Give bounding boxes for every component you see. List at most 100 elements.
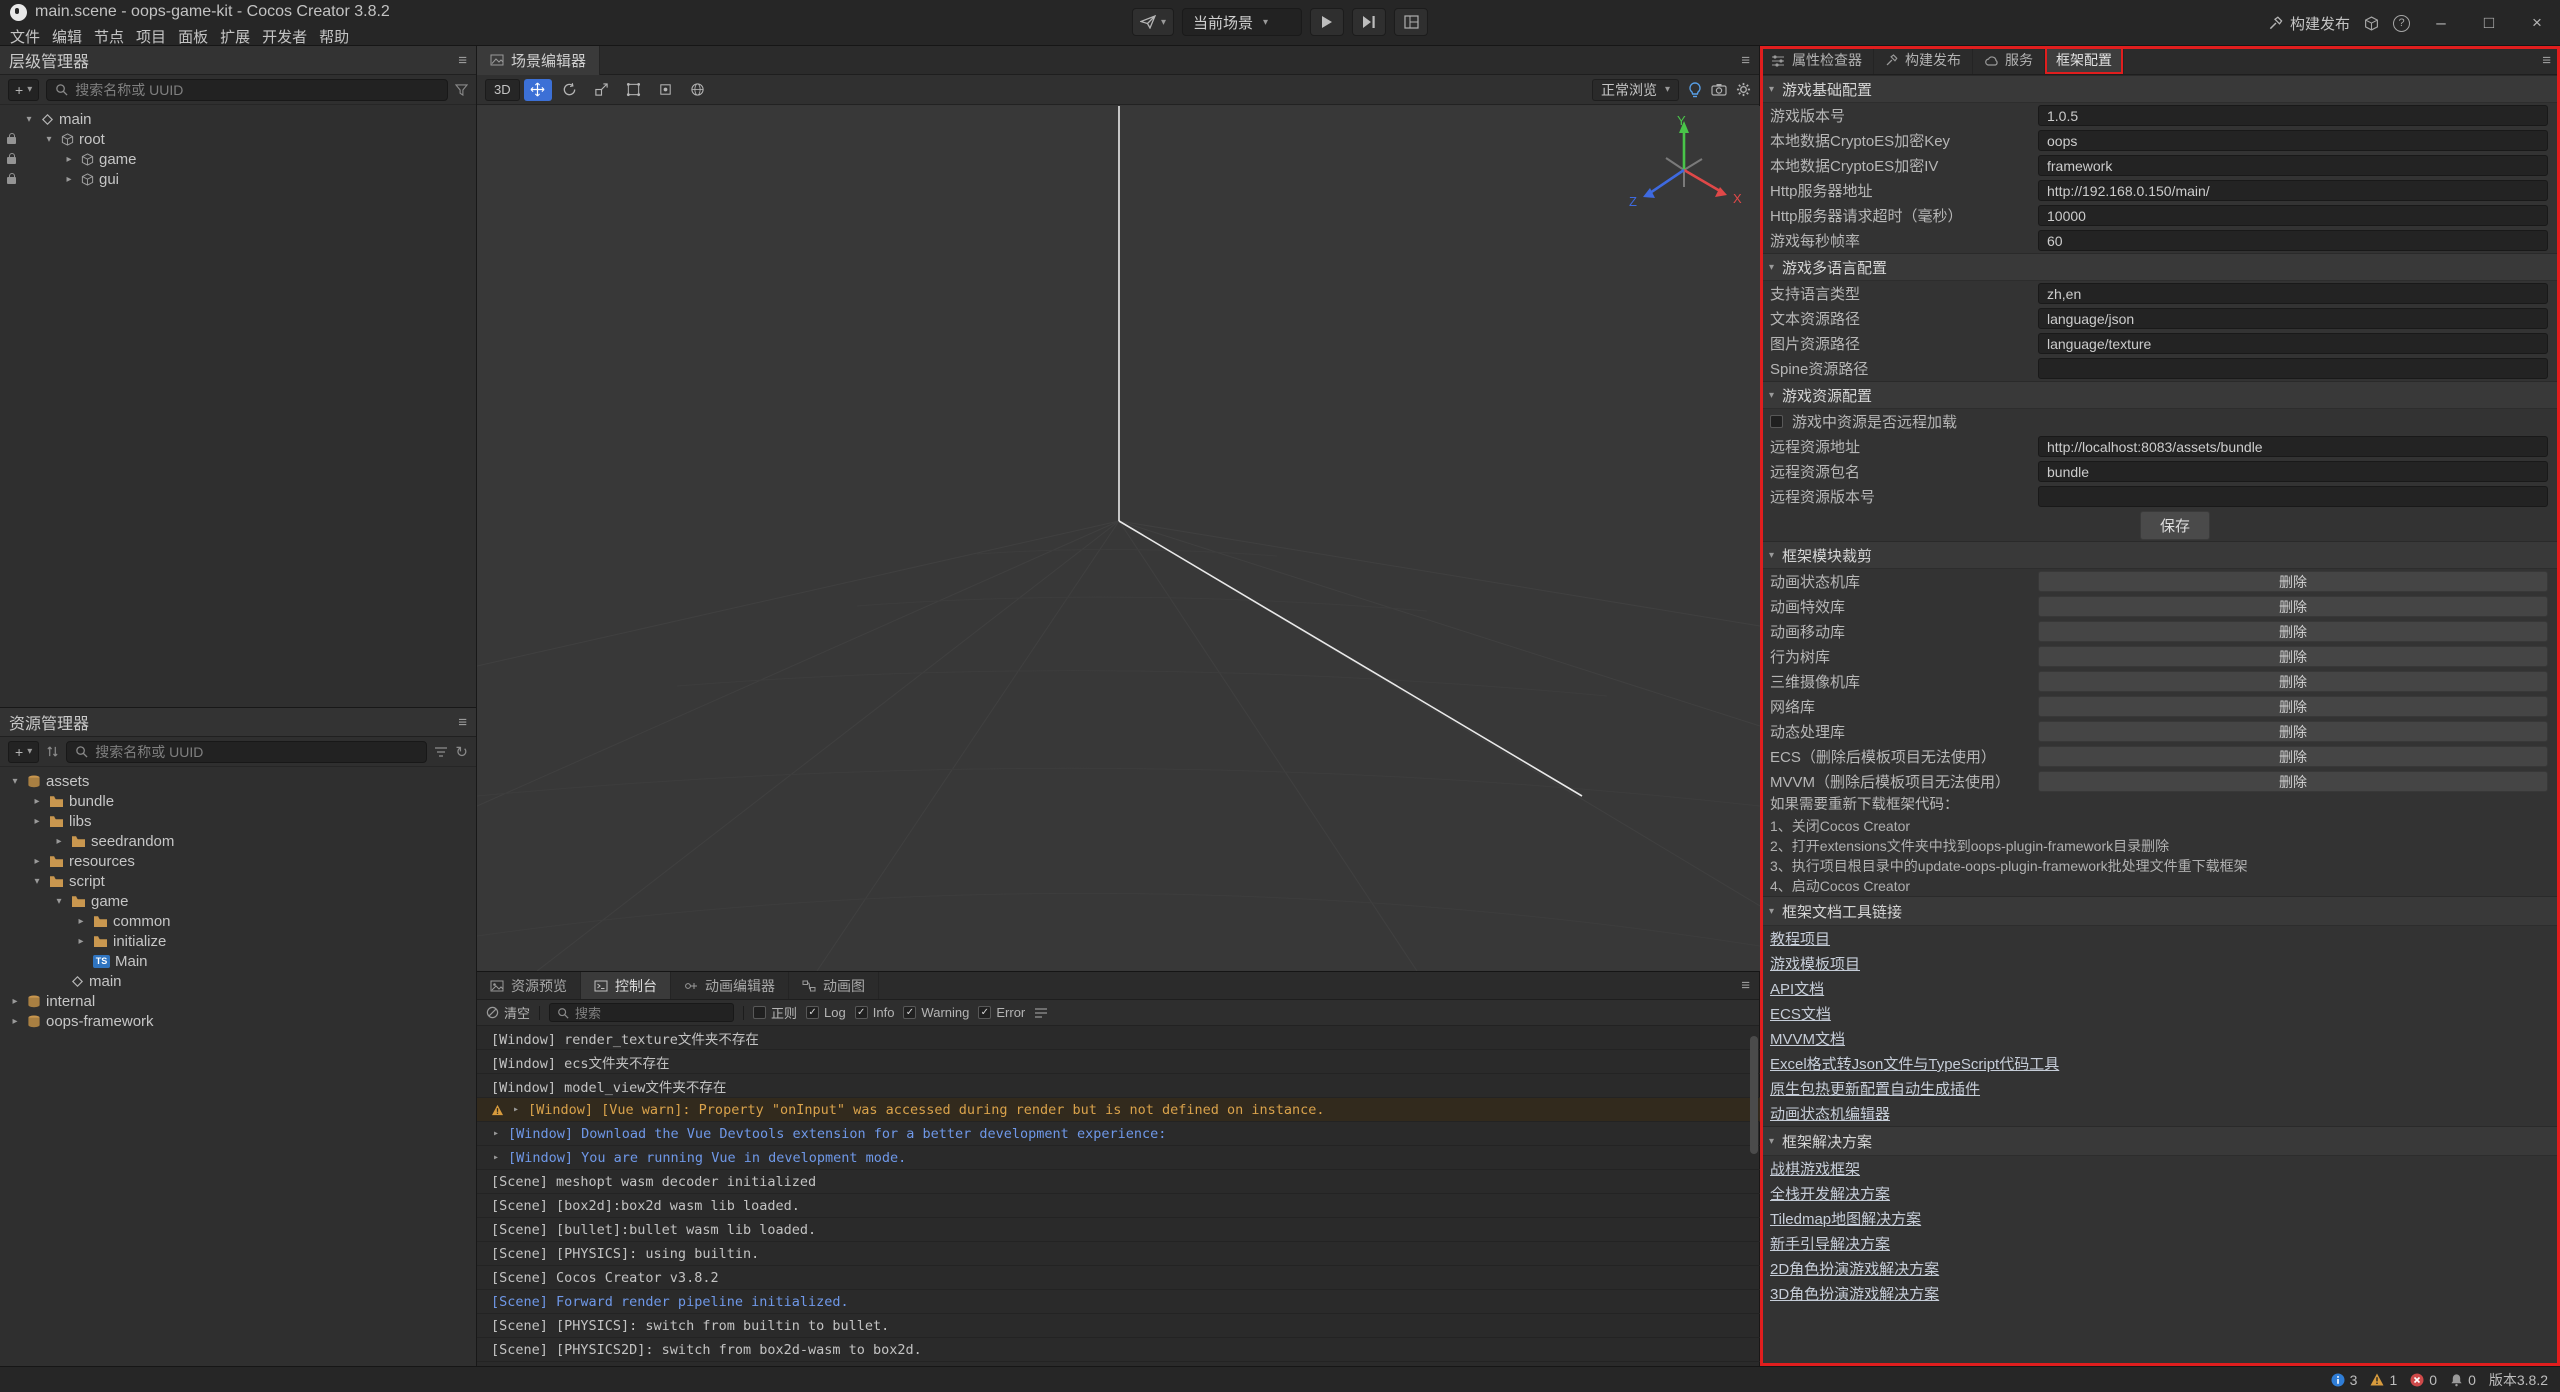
asset-node-internal[interactable]: ▸ internal — [0, 991, 476, 1011]
delete-module-button[interactable]: 删除 — [2038, 671, 2548, 692]
doc-link[interactable]: Excel格式转Json文件与TypeScript代码工具 — [1770, 1053, 2059, 1074]
regex-checkbox[interactable]: 正则 — [753, 1003, 797, 1022]
expand-arrow-icon[interactable]: ▸ — [30, 856, 44, 867]
lock-icon[interactable] — [7, 137, 16, 144]
move-tool-button[interactable] — [524, 79, 552, 101]
doc-link[interactable]: MVVM文档 — [1770, 1028, 1845, 1049]
delete-module-button[interactable]: 删除 — [2038, 696, 2548, 717]
lock-icon[interactable] — [7, 177, 16, 184]
error-message-badge[interactable]: 0 — [2410, 1372, 2437, 1388]
expand-arrow-icon[interactable]: ▾ — [42, 134, 56, 145]
lock-icon[interactable] — [7, 157, 16, 164]
menu-edit[interactable]: 编辑 — [46, 24, 88, 49]
coordinate-space-button[interactable] — [684, 79, 712, 101]
frame-rate-input[interactable]: 60 — [2038, 230, 2548, 251]
http-server-input[interactable]: http://192.168.0.150/main/ — [2038, 180, 2548, 201]
hierarchy-node-root[interactable]: ▾ root — [0, 129, 476, 149]
section-game-basic-config[interactable]: ▾ 游戏基础配置 — [1760, 75, 2560, 103]
doc-link[interactable]: 游戏模板项目 — [1770, 953, 1860, 974]
delete-module-button[interactable]: 删除 — [2038, 721, 2548, 742]
build-publish-button[interactable]: 构建发布 — [2268, 13, 2350, 34]
scrollbar-thumb[interactable] — [1750, 1036, 1758, 1154]
solution-link[interactable]: 3D角色扮演游戏解决方案 — [1770, 1283, 1939, 1304]
view-mode-select[interactable]: 正常浏览 ▾ — [1592, 79, 1679, 101]
menu-extension[interactable]: 扩展 — [214, 24, 256, 49]
layout-button[interactable] — [1394, 8, 1428, 36]
log-row[interactable]: [Scene] meshopt wasm decoder initialized — [477, 1170, 1760, 1194]
text-res-path-input[interactable]: language/json — [2038, 308, 2548, 329]
expand-arrow-icon[interactable]: ▾ — [30, 876, 44, 887]
http-timeout-input[interactable]: 10000 — [2038, 205, 2548, 226]
orientation-gizmo[interactable]: Y X Z — [1614, 108, 1754, 228]
scene-select[interactable]: 当前场景 ▾ — [1182, 8, 1302, 36]
image-res-path-input[interactable]: language/texture — [2038, 333, 2548, 354]
mode-3d-button[interactable]: 3D — [485, 79, 520, 101]
expand-arrow-icon[interactable]: ▾ — [22, 114, 36, 125]
expand-arrow-icon[interactable]: ▸ — [491, 1128, 501, 1139]
asset-node-oops-framework[interactable]: ▸ oops-framework — [0, 1011, 476, 1031]
menu-node[interactable]: 节点 — [88, 24, 130, 49]
menu-help[interactable]: 帮助 — [313, 24, 355, 49]
delete-module-button[interactable]: 删除 — [2038, 621, 2548, 642]
tab-service[interactable]: 服务 — [1973, 46, 2045, 74]
log-row[interactable]: [Scene] [PHYSICS]: switch from builtin t… — [477, 1314, 1760, 1338]
expand-arrow-icon[interactable]: ▾ — [52, 896, 66, 907]
crypto-key-input[interactable]: oops — [2038, 130, 2548, 151]
menu-file[interactable]: 文件 — [4, 24, 46, 49]
section-language-config[interactable]: ▾ 游戏多语言配置 — [1760, 253, 2560, 281]
panel-menu-icon[interactable]: ≡ — [458, 52, 467, 69]
log-row[interactable]: [Scene] Cocos Creator v3.8.2 — [477, 1266, 1760, 1290]
filter-icon[interactable] — [455, 84, 468, 96]
language-types-input[interactable]: zh,en — [2038, 283, 2548, 304]
log-row-info[interactable]: [Scene] Forward render pipeline initiali… — [477, 1290, 1760, 1314]
section-resource-config[interactable]: ▾ 游戏资源配置 — [1760, 381, 2560, 409]
log-row[interactable]: [Scene] [PHYSICS]: using builtin. — [477, 1242, 1760, 1266]
expand-arrow-icon[interactable]: ▸ — [62, 154, 76, 165]
clear-console-button[interactable]: 清空 — [486, 1003, 530, 1022]
tab-build-publish[interactable]: 构建发布 — [1874, 46, 1973, 74]
save-button[interactable]: 保存 — [2140, 511, 2210, 540]
console-scrollbar[interactable] — [1750, 1032, 1758, 1367]
notification-badge[interactable]: 0 — [2450, 1372, 2476, 1388]
hierarchy-node-gui[interactable]: ▸ gui — [0, 169, 476, 189]
expand-arrow-icon[interactable]: ▸ — [30, 816, 44, 827]
log-row[interactable]: [Scene] [box2d]:box2d wasm lib loaded. — [477, 1194, 1760, 1218]
create-asset-button[interactable]: + ▾ — [8, 741, 39, 763]
delete-module-button[interactable]: 删除 — [2038, 746, 2548, 767]
menu-developer[interactable]: 开发者 — [256, 24, 313, 49]
log-row[interactable]: [Scene] [PHYSICS2D]: switch from box2d-w… — [477, 1338, 1760, 1362]
assets-search-input[interactable]: 搜索名称或 UUID — [66, 741, 427, 763]
warning-message-badge[interactable]: 1 — [2370, 1372, 2397, 1388]
delete-module-button[interactable]: 删除 — [2038, 571, 2548, 592]
log-row[interactable]: [Scene] [bullet]:bullet wasm lib loaded. — [477, 1218, 1760, 1242]
scene-viewport[interactable]: Y X Z — [477, 106, 1760, 971]
expand-arrow-icon[interactable]: ▸ — [491, 1152, 501, 1163]
expand-arrow-icon[interactable]: ▾ — [8, 776, 22, 787]
asset-node-main-ts[interactable]: TS Main — [0, 951, 476, 971]
filter-error-checkbox[interactable]: ✓ Error — [978, 1005, 1025, 1020]
remote-load-checkbox-row[interactable]: 游戏中资源是否远程加载 — [1760, 409, 2560, 434]
doc-link[interactable]: 教程项目 — [1770, 928, 1830, 949]
menu-panel[interactable]: 面板 — [172, 24, 214, 49]
window-maximize-button[interactable]: □ — [2472, 0, 2506, 46]
expand-arrow-icon[interactable]: ▸ — [62, 174, 76, 185]
tab-console[interactable]: 控制台 — [581, 972, 671, 999]
asset-node-assets[interactable]: ▾ assets — [0, 771, 476, 791]
package-icon[interactable] — [2364, 16, 2379, 31]
rotate-tool-button[interactable] — [556, 79, 584, 101]
crypto-iv-input[interactable]: framework — [2038, 155, 2548, 176]
asset-node-resources[interactable]: ▸ resources — [0, 851, 476, 871]
collapse-logs-icon[interactable] — [1034, 1007, 1048, 1019]
filter-log-checkbox[interactable]: ✓ Log — [806, 1005, 846, 1020]
delete-module-button[interactable]: 删除 — [2038, 596, 2548, 617]
filter-info-checkbox[interactable]: ✓ Info — [855, 1005, 895, 1020]
hierarchy-node-main[interactable]: ▾ main — [0, 109, 476, 129]
tab-framework-config[interactable]: 框架配置 — [2045, 46, 2124, 74]
sort-icon[interactable] — [46, 745, 59, 758]
section-doc-links[interactable]: ▾ 框架文档工具链接 — [1760, 896, 2560, 926]
console-search-input[interactable]: 搜索 — [549, 1003, 734, 1022]
preview-device-button[interactable]: ▾ — [1132, 8, 1174, 36]
delete-module-button[interactable]: 删除 — [2038, 771, 2548, 792]
solution-link[interactable]: 新手引导解决方案 — [1770, 1233, 1890, 1254]
filter-list-icon[interactable] — [434, 746, 448, 758]
